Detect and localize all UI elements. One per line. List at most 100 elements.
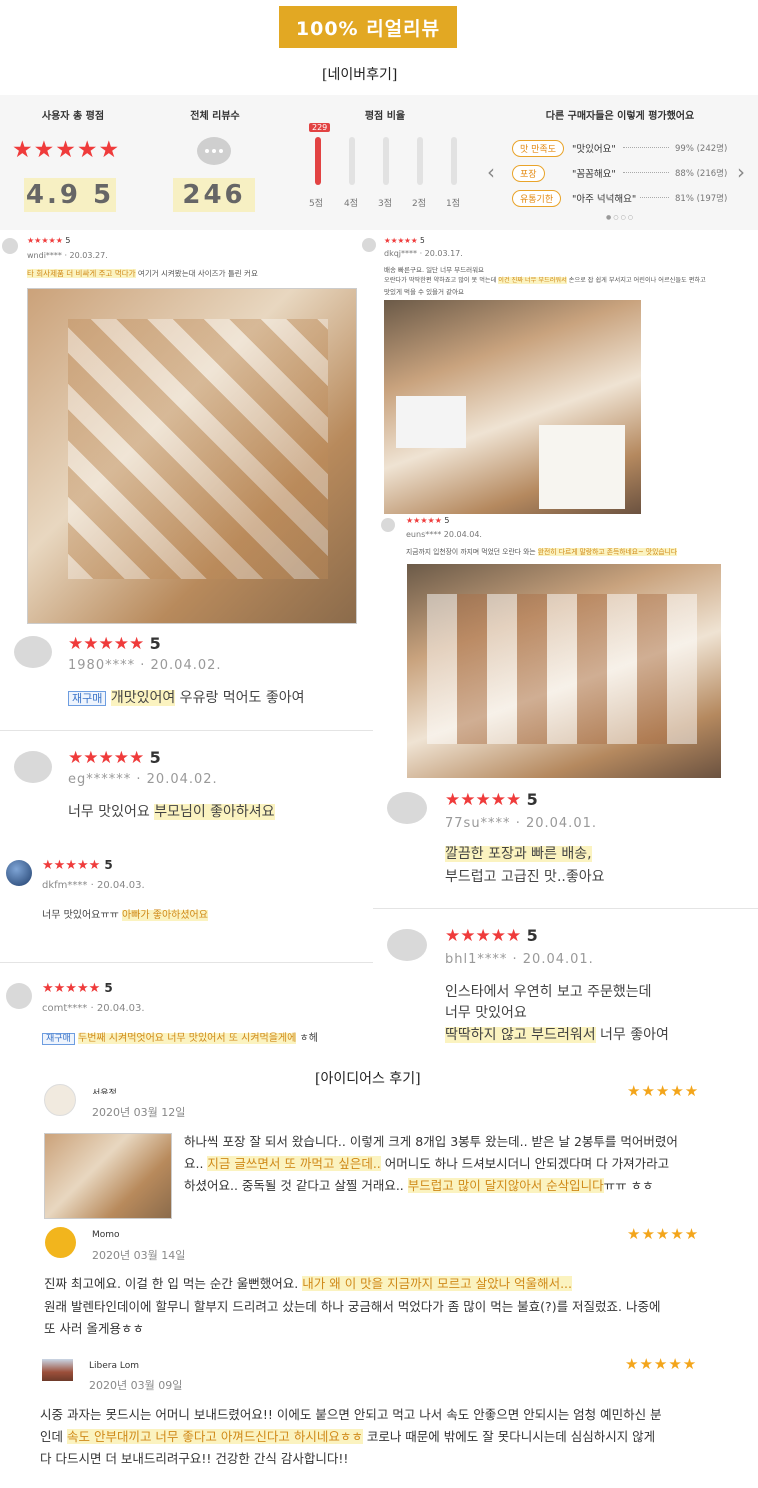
reviewer-name: Momo [92,1230,120,1238]
rating-summary-panel: 사용자 총 평점 ★★★★★ 4.9 5 전체 리뷰수 246 평점 비율 22… [0,95,758,230]
avatar [387,929,427,961]
pct-taste: 99% (242명) [675,144,728,154]
review-user: comt**** · 20.04.03. [42,1003,145,1014]
divider [373,908,758,909]
review-line: 하나씩 포장 잘 되서 왔습니다.. 이렇게 크게 8개입 3봉투 왔는데.. … [184,1134,678,1149]
review-stars: ★★★★★ 5 [406,516,450,525]
product-box-photo [407,564,721,778]
product-card [539,425,625,509]
review-line: 원래 발렌타인데이에 할무니 할부지 드리려고 샀는데 하나 궁금해서 먹었다가… [44,1299,661,1314]
prev-arrow-icon[interactable]: ‹ [487,160,495,184]
review-text: 너무 맛있어요ㅠㅠ 아빠가 좋아하셨어요 [42,910,208,921]
review-line: 시중 과자는 못드시는 어머니 보내드렸어요!! 이에도 붙으면 안되고 먹고 … [40,1407,662,1422]
total-score: 4.9 5 [24,178,116,212]
review-user: dkqj**** · 20.03.17. [384,249,463,258]
avatar [381,518,395,532]
review-line: 인데 속도 안부대끼고 너무 좋다고 아껴드신다고 하시네요ㅎㅎ 코로나 때문에… [40,1429,656,1444]
review-text: 인스타에서 우연히 보고 주문했는데 [445,984,652,1000]
total-reviews-heading: 전체 리뷰수 [190,111,240,122]
review-text: 지금까지 입천장이 까지며 먹었던 오란다 와는 완전히 다르게 말랑하고 존득… [406,548,678,556]
review-stars: ★★★★★ 5 [445,926,538,946]
review-date: 2020년 03월 09일 [89,1379,183,1392]
real-review-banner: 100% 리얼리뷰 [279,6,457,48]
review-line: 요.. 지금 글쓰면서 또 까먹고 싶은데.. 어머니도 하나 드셔보시더니 안… [184,1156,670,1171]
review-text: 부드럽고 고급진 맛..좋아요 [445,869,605,885]
avatar [2,238,18,254]
review-stars: ★★★★★ 5 [27,236,71,245]
rating-ratio-heading: 평점 비율 [364,111,406,122]
bar-2 [417,137,423,185]
review-stars: ★★★★★ [627,1225,700,1243]
review-text: 재구매 개맛있어여 우유랑 먹어도 좋아여 [68,687,305,707]
review-text: 너무 맛있어요 [445,1005,527,1021]
review-line: 또 사러 올게용ㅎㅎ [44,1321,144,1336]
review-user: wndi**** · 20.03.27. [27,251,108,260]
bar-label-4: 4점 [344,199,359,209]
pct-packaging: 88% (216명) [675,169,728,179]
review-text: 재구매 두번째 시켜먹엇어요 너무 맛있어서 또 시켜먹을게에 ㅎ헤 [42,1029,318,1045]
divider [0,730,373,731]
review-text: 타 회사제품 더 비싸게 주고 먹다가 여기거 시켜봤는대 사이즈가 틀린 커요 [27,269,258,278]
next-arrow-icon[interactable]: › [737,160,745,184]
quote-packaging: "꼼꼼해요" [572,169,616,180]
divider [0,962,373,963]
five-star-count: 229 [309,123,331,132]
reorder-badge: 재구매 [68,691,107,706]
reviewer-name: 서윤정 [92,1089,117,1094]
label-sticker [396,396,466,448]
review-text: 깔끔한 포장과 빠른 배송, [445,846,592,862]
product-box-photo [384,300,641,514]
bar-label-5: 5점 [309,199,324,209]
tag-expiry: 유통기한 [512,190,562,207]
review-user: bhl1**** · 20.04.01. [445,952,594,967]
review-line: 배송 빠른구요. 일단 너무 부드러워요 [384,266,485,274]
others-rated-heading: 다른 구매자들은 이렇게 평가했어요 [545,111,695,122]
review-stars: ★★★★★ 5 [68,634,161,654]
total-score-heading: 사용자 총 평점 [41,111,105,122]
review-date: 2020년 03월 12일 [92,1106,186,1119]
quote-expiry: "아주 넉넉해요" [572,194,637,205]
review-stars: ★★★★★ 5 [42,858,113,873]
bar-4 [349,137,355,185]
review-stars: ★★★★★ 5 [42,981,113,996]
avatar [14,751,52,783]
product-photo [27,288,357,624]
review-stars: ★★★★★ 5 [445,790,538,810]
avatar [6,860,32,886]
review-stars: ★★★★★ 5 [384,236,425,245]
review-user: 77su**** · 20.04.01. [445,816,597,831]
bar-1 [451,137,457,185]
avatar [44,1084,76,1116]
review-line: 맛있게 먹을 수 있을거 같아요 [384,288,465,296]
review-user: 1980**** · 20.04.02. [68,658,222,673]
bar-label-3: 3점 [378,199,393,209]
review-date: 2020년 03월 14일 [92,1249,186,1262]
review-stars: ★★★★★ 5 [68,748,161,768]
bar-label-2: 2점 [412,199,427,209]
carousel-dots[interactable]: ●○○○ [606,214,635,221]
review-photo [44,1133,172,1219]
quote-taste: "맛있어요" [572,144,616,155]
review-user: eg****** · 20.04.02. [68,772,218,787]
leader-packaging [623,172,669,173]
avatar [45,1227,76,1258]
score-stars: ★★★★★ [12,137,121,163]
review-user: dkfm**** · 20.04.03. [42,880,145,891]
avatar [387,792,427,824]
pct-expiry: 81% (197명) [675,194,728,204]
review-line: 오란다가 딱딱한편 약하죠고 많이 못 먹는데 이건 진짜 너무 부드러워서 손… [384,277,706,284]
avatar [42,1359,73,1381]
reorder-badge: 재구매 [42,1033,75,1045]
reviewer-name: Libera Lom [89,1361,139,1369]
bar-5 [315,137,321,185]
naver-reviews-title: [네이버후기] [322,67,398,83]
speech-bubble-icon [197,137,231,165]
review-line: 하셨어요.. 중독될 것 같다고 살찔 거래요.. 부드럽고 많이 달지않아서 … [184,1178,654,1193]
review-stars: ★★★★★ [627,1082,700,1100]
bar-3 [383,137,389,185]
bar-label-1: 1점 [446,199,461,209]
review-line: 다 다드시면 더 보내드리려구요!! 건강한 간식 감사합니다!! [40,1451,349,1466]
review-text: 딱딱하지 않고 부드러워서 너무 좋아여 [445,1027,669,1043]
idea-reviews-title: [아이디어스 후기] [315,1071,421,1087]
review-user: euns**** 20.04.04. [406,530,482,539]
